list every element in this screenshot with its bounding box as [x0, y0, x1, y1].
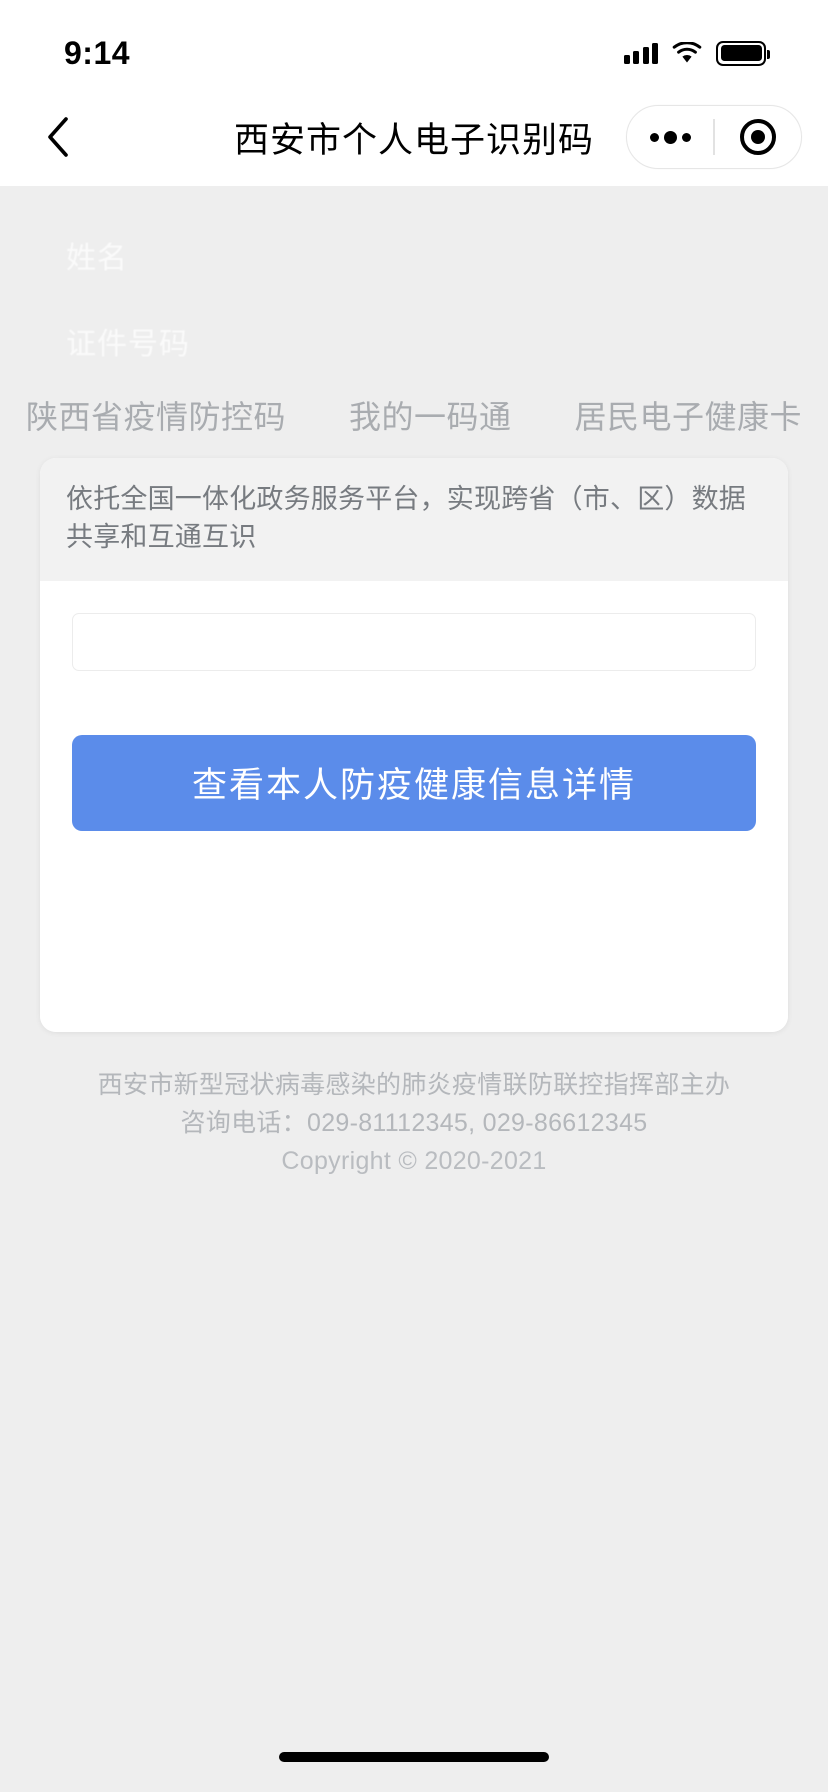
tab-my-health-code[interactable]: 我的一码通	[347, 386, 514, 444]
wifi-icon	[672, 41, 702, 64]
close-miniprogram-button[interactable]	[715, 106, 801, 168]
status-bar: 9:14	[0, 0, 828, 88]
health-code-card: 依托全国一体化政务服务平台，实现跨省（市、区）数据共享和互通互识 查看本人防疫健…	[40, 458, 788, 1032]
footer-hotline: 咨询电话：029-81112345, 029-86612345	[180, 1109, 648, 1137]
tab-bar: 陕西省疫情防控码 我的一码通 居民电子健康卡	[0, 360, 828, 440]
footer: 西安市新型冠状病毒感染的肺炎疫情联防联控指挥部主办 咨询电话：029-81112…	[0, 1066, 828, 1180]
more-dots-icon	[681, 132, 691, 142]
status-bar-indicators	[623, 40, 770, 66]
card-body: 查看本人防疫健康信息详情	[40, 580, 788, 1032]
tab-resident-health-card[interactable]: 居民电子健康卡	[572, 386, 804, 444]
view-health-info-button[interactable]: 查看本人防疫健康信息详情	[72, 734, 756, 831]
home-indicator-area	[0, 1722, 828, 1792]
footer-copyright: Copyright © 2020-2021	[281, 1147, 547, 1175]
more-dots-icon	[649, 132, 659, 142]
card-banner-text: 依托全国一体化政务服务平台，实现跨省（市、区）数据共享和互通互识	[40, 458, 788, 581]
home-indicator[interactable]	[279, 1752, 549, 1762]
code-input-field[interactable]	[72, 612, 756, 671]
faded-name-label: 姓名	[66, 242, 128, 275]
battery-full-icon	[716, 40, 770, 66]
page-content: 姓名 证件号码 陕西省疫情防控码 我的一码通 居民电子健康卡 依托全国一体化政务…	[0, 186, 828, 1792]
target-circle-icon	[739, 119, 776, 155]
cellular-signal-icon	[623, 42, 658, 64]
phone-screen: 9:14 西安市个人电子识别码 姓名 证件号码 陕西省疫情防控码 我的一码通 居…	[0, 0, 828, 1792]
footer-organizer: 西安市新型冠状病毒感染的肺炎疫情联防联控指挥部主办	[97, 1071, 731, 1099]
faded-identity-fields: 姓名 证件号码	[0, 186, 828, 360]
more-options-button[interactable]	[627, 106, 713, 168]
back-button[interactable]	[30, 109, 86, 165]
faded-id-number-label: 证件号码	[66, 328, 190, 361]
wechat-capsule-menu	[626, 105, 802, 169]
navigation-bar: 西安市个人电子识别码	[0, 88, 828, 186]
tab-shaanxi-epidemic-code[interactable]: 陕西省疫情防控码	[24, 386, 288, 444]
chevron-left-icon	[48, 117, 68, 157]
status-bar-time: 9:14	[64, 35, 131, 71]
more-dots-icon	[663, 130, 677, 144]
